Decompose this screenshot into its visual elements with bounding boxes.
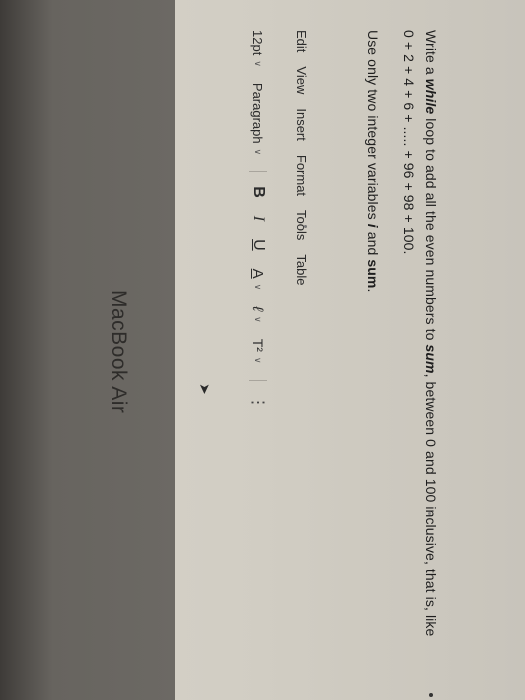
question-keyword-while: while <box>423 78 439 115</box>
question-line-1: Write a while loop to add all the even n… <box>423 30 439 636</box>
question-line-3: Use only two integer variables i and sum… <box>365 30 381 292</box>
chevron-down-icon: ∨ <box>253 283 264 291</box>
more-options-icon[interactable]: ⋮ <box>248 395 268 412</box>
text-color-icon: A <box>249 268 267 279</box>
question-text: Use only two integer variables <box>365 30 381 224</box>
question-variable-sum: sum <box>365 259 381 289</box>
font-size-select[interactable]: 12pt ∨ <box>251 30 266 67</box>
superscript-button[interactable]: T² ∨ <box>250 339 266 364</box>
stray-dot <box>304 225 307 228</box>
menu-view[interactable]: View <box>294 66 309 94</box>
menu-insert[interactable]: Insert <box>294 108 309 141</box>
brand-label: MacBook Air <box>107 290 130 414</box>
laptop-bezel <box>0 0 175 700</box>
chevron-down-icon: ∨ <box>253 60 264 67</box>
question-text: loop to add all the even numbers to <box>423 114 439 345</box>
question-line-2: 0 + 2 + 4 + 6 + ..... + 96 + 98 + 100. <box>401 30 417 255</box>
menu-edit[interactable]: Edit <box>294 30 309 52</box>
text-color-button[interactable]: A ∨ <box>250 269 267 291</box>
chevron-down-icon: ∨ <box>253 316 264 323</box>
bold-button[interactable]: B <box>249 186 267 198</box>
question-keyword-sum: sum <box>423 344 439 374</box>
superscript-icon: T² <box>250 338 266 352</box>
question-text: . <box>365 288 381 293</box>
question-text: , between 0 and 100 inclusive, that is, … <box>423 373 439 637</box>
photo-frame: MacBook Air Write a while loop to add al… <box>0 0 525 700</box>
small-mark <box>428 512 431 515</box>
chevron-down-icon: ∨ <box>253 148 264 156</box>
font-size-value: 12pt <box>250 30 266 56</box>
question-text: Write a <box>423 30 439 79</box>
highlight-pen-icon: ℓ <box>249 306 267 312</box>
editor-toolbar: 12pt ∨ Paragraph ∨ B I U A ∨ ℓ ∨ T² ∨ ⋮ <box>248 30 268 412</box>
mouse-pointer-icon: ➤ <box>197 383 213 395</box>
chevron-down-icon: ∨ <box>253 356 264 364</box>
toolbar-divider <box>249 171 267 173</box>
block-format-value: Paragraph <box>250 82 266 144</box>
edge-dot <box>429 693 433 697</box>
editor-menubar: Edit View Insert Format Tools Table <box>294 30 309 285</box>
menu-table[interactable]: Table <box>294 254 309 285</box>
toolbar-divider <box>249 379 267 381</box>
block-format-select[interactable]: Paragraph ∨ <box>251 83 266 155</box>
italic-button[interactable]: I <box>249 216 267 221</box>
rotated-content: MacBook Air Write a while loop to add al… <box>0 0 525 700</box>
underline-button[interactable]: U <box>249 239 267 251</box>
question-text: and <box>365 227 381 260</box>
highlight-button[interactable]: ℓ ∨ <box>250 306 267 322</box>
menu-format[interactable]: Format <box>294 155 309 196</box>
